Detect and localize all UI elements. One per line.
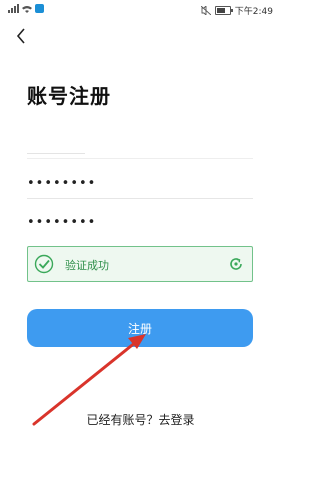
mute-icon — [200, 6, 211, 15]
status-left — [8, 4, 44, 13]
chevron-left-icon — [16, 28, 25, 44]
page-title: 账号注册 — [27, 84, 111, 108]
password-value: •••••••• — [27, 176, 97, 191]
confirm-password-value: •••••••• — [27, 215, 97, 230]
register-button[interactable]: 注册 — [27, 309, 253, 347]
verification-status: 验证成功 — [65, 259, 109, 272]
refresh-icon[interactable] — [228, 256, 244, 272]
wifi-icon — [22, 5, 32, 13]
go-to-login-link[interactable]: 已经有账号？去登录 — [0, 411, 281, 428]
password-field[interactable]: •••••••• — [27, 168, 253, 199]
signal-icon — [8, 4, 19, 13]
status-bar: 下午2:49 — [0, 0, 281, 20]
battery-icon — [214, 6, 233, 15]
phone-field-placeholder-line — [27, 153, 85, 154]
phone-field[interactable] — [27, 128, 253, 159]
captcha-verification[interactable]: 验证成功 — [27, 246, 253, 282]
confirm-password-field[interactable]: •••••••• — [27, 207, 253, 237]
check-circle-icon — [34, 254, 54, 274]
status-right: 下午2:49 — [200, 4, 273, 17]
back-button[interactable] — [12, 26, 32, 46]
app-notification-icon — [35, 4, 44, 13]
status-time: 下午2:49 — [234, 7, 273, 17]
